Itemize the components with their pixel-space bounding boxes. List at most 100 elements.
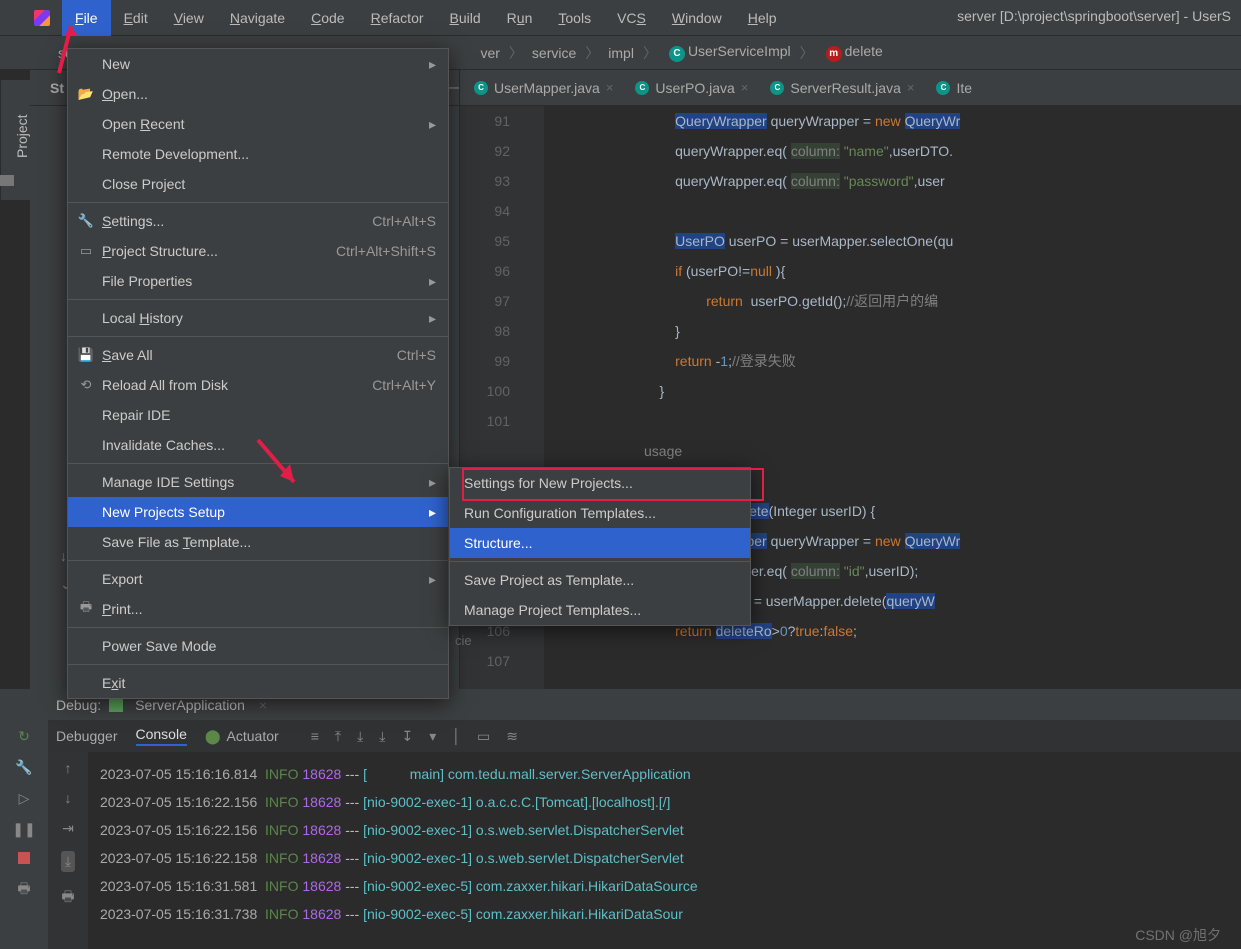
menu-item-settings[interactable]: 🔧Settings...Ctrl+Alt+S: [68, 206, 448, 236]
menu-refactor[interactable]: Refactor: [358, 0, 437, 36]
wrench-icon[interactable]: 🔧: [15, 759, 32, 776]
separator: [68, 336, 448, 337]
menu-item-local-history[interactable]: Local History▸: [68, 303, 448, 333]
submenu-item-structure[interactable]: Structure...: [450, 528, 750, 558]
project-toolwindow-stripe[interactable]: Project: [0, 80, 30, 200]
menu-item-remote-development[interactable]: Remote Development...: [68, 139, 448, 169]
new-projects-setup-submenu: Settings for New Projects...Run Configur…: [449, 467, 751, 626]
debug-toolbar-icon[interactable]: ⤒: [335, 728, 341, 745]
menu-view[interactable]: View: [161, 0, 217, 36]
wrap-icon[interactable]: ⇥: [62, 820, 74, 837]
up-icon[interactable]: ↑: [65, 760, 72, 776]
breadcrumb-part[interactable]: 〉: [640, 43, 660, 63]
pause-icon[interactable]: ❚❚: [12, 821, 35, 838]
breadcrumb-part[interactable]: 〉: [582, 43, 602, 63]
breadcrumb-part[interactable]: 〉: [797, 43, 817, 63]
app-icon: [34, 10, 50, 26]
debug-toolbar-icon[interactable]: ▭: [477, 728, 490, 745]
submenu-item-manage-project-templates[interactable]: Manage Project Templates...: [450, 595, 750, 625]
menu-navigate[interactable]: Navigate: [217, 0, 298, 36]
separator: [68, 560, 448, 561]
breadcrumb-part[interactable]: impl: [608, 45, 634, 61]
submenu-item-settings-for-new-projects[interactable]: Settings for New Projects...: [450, 468, 750, 498]
debug-toolbar-left: ↻ 🔧 ▷ ❚❚ 🖶: [0, 720, 48, 949]
folder-icon: [0, 175, 14, 186]
menu-tools[interactable]: Tools: [545, 0, 604, 36]
menu-item-new[interactable]: New▸: [68, 49, 448, 79]
breadcrumb-part[interactable]: service: [532, 45, 576, 61]
debug-tab-console[interactable]: Console: [136, 726, 187, 746]
menu-item-project-structure[interactable]: ▭Project Structure...Ctrl+Alt+Shift+S: [68, 236, 448, 266]
debug-toolbar-icon[interactable]: ≋: [506, 728, 518, 745]
menu-build[interactable]: Build: [437, 0, 494, 36]
resume-icon[interactable]: ▷: [19, 790, 30, 807]
breadcrumb-part[interactable]: CUserServiceImpl: [666, 43, 791, 62]
download-icon[interactable]: ↓: [60, 548, 67, 564]
separator: [68, 664, 448, 665]
editor-tabs: CUserMapper.java×CUserPO.java×CServerRes…: [460, 70, 1241, 106]
console-line: 2023-07-05 15:16:31.738 INFO 18628 --- […: [100, 900, 1229, 928]
tab-ite[interactable]: CIte: [926, 70, 982, 106]
console-line: 2023-07-05 15:16:22.156 INFO 18628 --- […: [100, 788, 1229, 816]
menu-item-manage-ide-settings[interactable]: Manage IDE Settings▸: [68, 467, 448, 497]
bug-icon: [109, 698, 123, 712]
console-output[interactable]: 2023-07-05 15:16:16.814 INFO 18628 --- […: [88, 752, 1241, 949]
menu-item-invalidate-caches[interactable]: Invalidate Caches...: [68, 430, 448, 460]
menu-item-exit[interactable]: Exit: [68, 668, 448, 698]
menu-file[interactable]: File: [62, 0, 111, 36]
menu-item-save-all[interactable]: 💾Save AllCtrl+S: [68, 340, 448, 370]
debug-toolbar-icon[interactable]: │: [452, 728, 461, 745]
menu-item-print[interactable]: 🖶Print...: [68, 594, 448, 624]
menu-window[interactable]: Window: [659, 0, 735, 36]
debug-toolbar-icon[interactable]: ⤓: [357, 728, 363, 745]
separator: [68, 202, 448, 203]
separator: [68, 299, 448, 300]
tab-usermapper-java[interactable]: CUserMapper.java×: [464, 70, 623, 106]
close-icon[interactable]: ×: [259, 697, 267, 713]
menu-item-close-project[interactable]: Close Project: [68, 169, 448, 199]
menu-edit[interactable]: Edit: [111, 0, 161, 36]
debug-tab-debugger[interactable]: Debugger: [56, 728, 118, 744]
debug-toolbar-icon[interactable]: ≡: [311, 728, 319, 745]
menu-item-open[interactable]: 📂Open...: [68, 79, 448, 109]
menu-vcs[interactable]: VCS: [604, 0, 659, 36]
breadcrumb-part[interactable]: 〉: [506, 43, 526, 63]
menu-item-reload-all-from-disk[interactable]: ⟲Reload All from DiskCtrl+Alt+Y: [68, 370, 448, 400]
separator: [68, 463, 448, 464]
menu-run[interactable]: Run: [494, 0, 546, 36]
menu-item-save-file-as-template[interactable]: Save File as Template...: [68, 527, 448, 557]
project-label: Project: [14, 114, 30, 158]
watermark: CSDN @旭夕: [1135, 925, 1221, 945]
down-icon[interactable]: ↓: [65, 790, 72, 806]
tab-serverresult-java[interactable]: CServerResult.java×: [760, 70, 924, 106]
scroll-to-end-icon[interactable]: ⤓: [61, 851, 75, 872]
rerun-icon[interactable]: ↻: [18, 728, 30, 745]
menu-help[interactable]: Help: [735, 0, 790, 36]
menu-item-file-properties[interactable]: File Properties▸: [68, 266, 448, 296]
submenu-item-save-project-as-template[interactable]: Save Project as Template...: [450, 565, 750, 595]
console-line: 2023-07-05 15:16:22.158 INFO 18628 --- […: [100, 844, 1229, 872]
breadcrumb-part[interactable]: ver: [480, 45, 499, 61]
debug-panel: Debug: ServerApplication × DebuggerConso…: [0, 689, 1241, 949]
menu-item-repair-ide[interactable]: Repair IDE: [68, 400, 448, 430]
debug-toolbar-icon[interactable]: ↧: [401, 728, 413, 745]
menu-item-new-projects-setup[interactable]: New Projects Setup▸: [68, 497, 448, 527]
menu-item-export[interactable]: Export▸: [68, 564, 448, 594]
breadcrumb-part[interactable]: mdelete: [823, 43, 883, 62]
debug-toolbar-icon[interactable]: ⤓: [379, 728, 385, 745]
menu-code[interactable]: Code: [298, 0, 357, 36]
tab-userpo-java[interactable]: CUserPO.java×: [625, 70, 758, 106]
menu-item-open-recent[interactable]: Open Recent▸: [68, 109, 448, 139]
debug-toolbar-icon[interactable]: ▾: [429, 728, 436, 745]
file-menu: New▸📂Open...Open Recent▸Remote Developme…: [67, 48, 449, 699]
console-line: 2023-07-05 15:16:16.814 INFO 18628 --- […: [100, 760, 1229, 788]
stop-icon[interactable]: [18, 852, 30, 864]
print-icon[interactable]: 🖶: [17, 878, 30, 902]
actuator-tab[interactable]: ⬤Actuator: [205, 728, 279, 745]
submenu-item-run-configuration-templates[interactable]: Run Configuration Templates...: [450, 498, 750, 528]
print-icon[interactable]: 🖶: [61, 886, 74, 910]
structure-title: St: [50, 80, 64, 96]
debug-tab-bar: Debugger Console ⬤Actuator ≡ ⤒ ⤓ ⤓ ↧ ▾ │ ▭ ≋: [0, 720, 1241, 752]
console-line: 2023-07-05 15:16:22.156 INFO 18628 --- […: [100, 816, 1229, 844]
menu-item-power-save-mode[interactable]: Power Save Mode: [68, 631, 448, 661]
